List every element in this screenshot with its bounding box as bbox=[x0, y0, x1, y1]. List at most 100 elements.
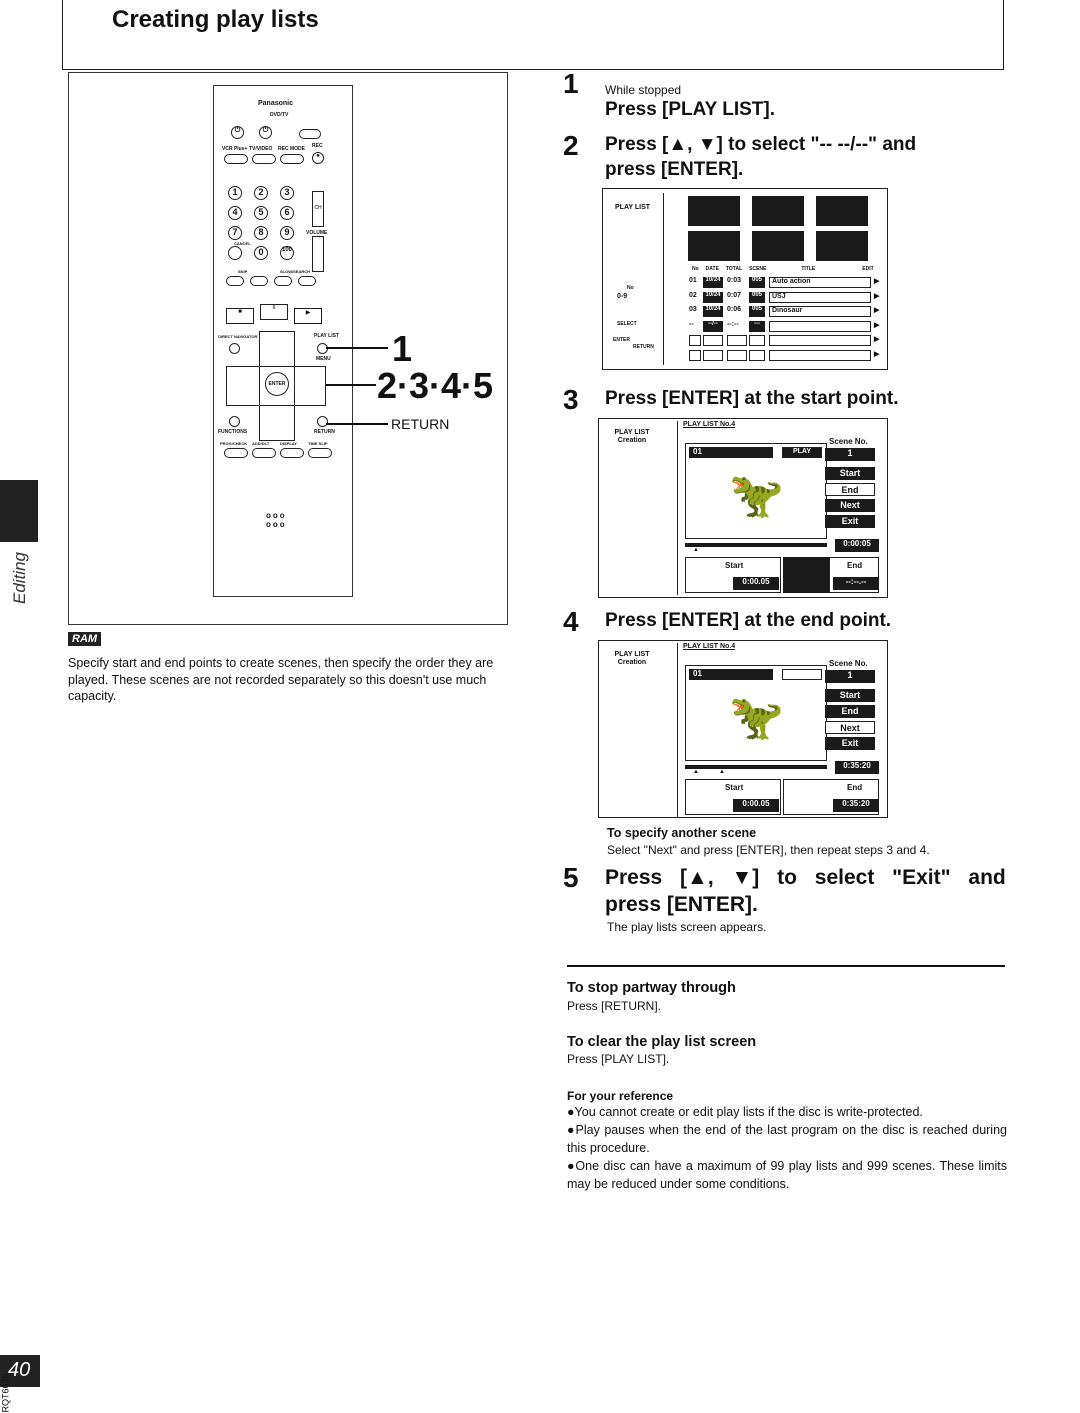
reference-heading: For your reference bbox=[567, 1089, 674, 1103]
intro-text: Specify start and end points to create s… bbox=[68, 656, 494, 703]
scene-no: 1 bbox=[825, 670, 875, 683]
ram-badge: RAM bbox=[68, 632, 102, 646]
step-number: 1 bbox=[563, 68, 579, 99]
page-title: Creating play lists bbox=[112, 6, 319, 33]
add-dlt-label: ADD/DLT bbox=[252, 441, 270, 446]
screen-side-title: PLAY LIST Creation bbox=[614, 429, 650, 444]
cell bbox=[689, 335, 701, 346]
marker-icon: ▲ bbox=[719, 769, 725, 775]
menu-end[interactable]: End bbox=[825, 483, 875, 496]
callout-line bbox=[326, 384, 376, 386]
step-number: 5 bbox=[563, 862, 579, 893]
column-headers: No DATE TOTAL SCENE TITLE EDIT bbox=[692, 266, 874, 272]
menu-label: MENU bbox=[316, 356, 331, 362]
end-point-screen: PLAY LIST Creation PLAY LIST No.4 01 🦖 S… bbox=[598, 640, 888, 818]
scene-no-label: Scene No. bbox=[829, 437, 868, 446]
return-button bbox=[317, 416, 328, 427]
cell bbox=[749, 335, 765, 346]
thumbnail bbox=[816, 231, 868, 261]
list-row: 01 10/24 0:03 005 Auto action ▶ bbox=[689, 277, 879, 289]
list-row-empty: ▶ bbox=[689, 335, 879, 347]
thumbnail bbox=[688, 196, 740, 226]
tv-power-icon: ⏻ bbox=[259, 126, 272, 139]
current-time: 0:00:05 bbox=[835, 539, 879, 552]
row-title bbox=[769, 320, 871, 332]
menu-exit[interactable]: Exit bbox=[825, 737, 875, 750]
screen-header: PLAY LIST No.4 bbox=[683, 643, 736, 650]
menu-next[interactable]: Next bbox=[825, 721, 875, 734]
row-total: --:-- bbox=[727, 320, 739, 328]
digit-button: 2 bbox=[254, 186, 268, 200]
step-3-text: Press [ENTER] at the start point. bbox=[605, 388, 899, 409]
menu-exit[interactable]: Exit bbox=[825, 515, 875, 528]
volume-rocker bbox=[312, 236, 324, 272]
digit-button: 0 bbox=[254, 246, 268, 260]
remote-button bbox=[224, 154, 248, 164]
cancel-button bbox=[228, 246, 242, 260]
start-label: Start bbox=[725, 561, 744, 570]
timeline-bar[interactable] bbox=[685, 543, 827, 547]
step-condition: While stopped bbox=[605, 83, 682, 97]
edit-arrow-icon: ▶ bbox=[874, 278, 880, 285]
cell bbox=[749, 349, 765, 361]
remote-button bbox=[308, 448, 332, 458]
cell bbox=[727, 349, 747, 361]
callout-steps-2-5: 2·3·4·5 bbox=[377, 365, 494, 406]
row-title: USJ bbox=[769, 291, 871, 303]
remote-button bbox=[280, 154, 304, 164]
section-tab bbox=[0, 480, 38, 542]
remote-control: Panasonic DVD/TV ⏻ ⏻ VCR Plus+ TV/VIDEO … bbox=[213, 85, 353, 597]
cell bbox=[689, 349, 701, 361]
menu-end[interactable]: End bbox=[825, 705, 875, 718]
row-total: 0:06 bbox=[727, 306, 742, 313]
row-date: 10/24 bbox=[703, 306, 723, 317]
menu-start[interactable]: Start bbox=[825, 467, 875, 480]
step-2-text: Press [▲, ▼] to select "-- --/--" and bbox=[605, 134, 917, 155]
edit-arrow-icon: ▶ bbox=[874, 307, 880, 314]
menu-start[interactable]: Start bbox=[825, 689, 875, 702]
step-4-text: Press [ENTER] at the end point. bbox=[605, 610, 892, 631]
callout-step-1: 1 bbox=[392, 328, 413, 369]
direct-navigator-button bbox=[229, 343, 240, 354]
dinosaur-illustration: 🦖 bbox=[729, 471, 784, 520]
section-rule bbox=[567, 965, 1005, 967]
range-end: 9 bbox=[623, 293, 628, 300]
rewind-button bbox=[274, 276, 292, 286]
row-scene: 005 bbox=[749, 277, 765, 288]
row-date: 10/24 bbox=[703, 277, 723, 288]
timeline-bar[interactable] bbox=[685, 765, 827, 769]
col: TOTAL bbox=[725, 266, 743, 272]
cell bbox=[703, 335, 723, 346]
screen-side-title: PLAY LIST Creation bbox=[614, 651, 650, 666]
label: VCR Plus+ bbox=[222, 146, 248, 152]
functions-button bbox=[229, 416, 240, 427]
row-date: --/-- bbox=[703, 320, 723, 332]
row-no: 02 bbox=[689, 291, 697, 299]
edit-arrow-icon: ▶ bbox=[874, 292, 880, 300]
cell bbox=[769, 349, 871, 361]
list-row-empty: ▶ bbox=[689, 349, 879, 362]
start-time: 0:00.05 bbox=[733, 799, 779, 812]
another-scene-text: Select "Next" and press [ENTER], then re… bbox=[607, 843, 930, 857]
row-title: Auto action bbox=[769, 277, 871, 288]
screen-title: PLAY LIST bbox=[615, 204, 651, 211]
col: DATE bbox=[705, 266, 719, 272]
current-time: 0:35:20 bbox=[835, 761, 879, 774]
stop-text: Press [RETURN]. bbox=[567, 999, 662, 1013]
row-no: -- bbox=[689, 320, 694, 328]
col: EDIT bbox=[862, 266, 874, 272]
functions-label: FUNCTIONS bbox=[218, 429, 248, 435]
dinosaur-illustration: 🦖 bbox=[729, 693, 784, 742]
digit-button: 4 bbox=[228, 206, 242, 220]
list-row: 03 10/24 0:06 005 Dinosaur ▶ bbox=[689, 306, 879, 318]
marker-icon: ▲ bbox=[693, 769, 699, 775]
digit-button: 5 bbox=[254, 206, 268, 220]
menu-next[interactable]: Next bbox=[825, 499, 875, 512]
divider bbox=[677, 421, 678, 595]
reference-bullet: ●One disc can have a maximum of 99 play … bbox=[567, 1159, 1007, 1191]
scene-no-label: Scene No. bbox=[829, 659, 868, 668]
col: No bbox=[692, 266, 699, 272]
col: TITLE bbox=[801, 266, 816, 272]
digit-button: 1 bbox=[228, 186, 242, 200]
skip-back-button bbox=[226, 276, 244, 286]
